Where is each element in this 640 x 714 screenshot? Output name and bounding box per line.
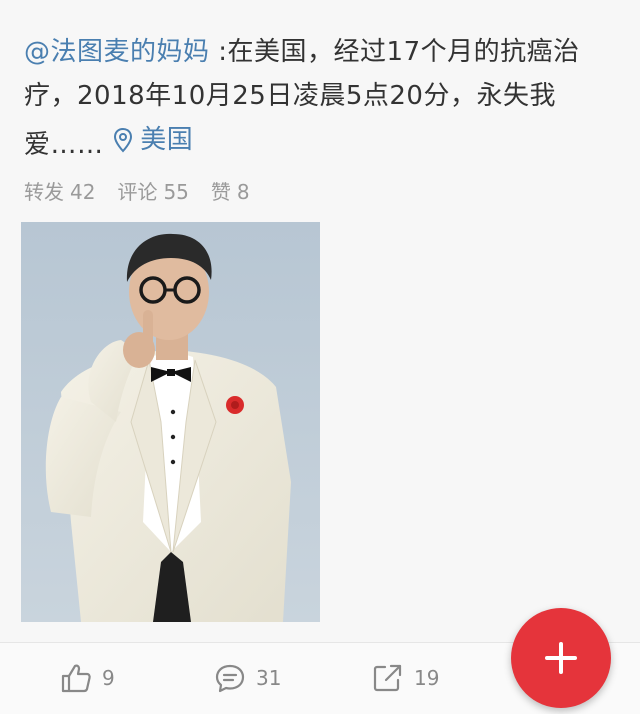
comments-stat[interactable]: 评论 55 xyxy=(117,176,188,205)
comment-bubble-icon xyxy=(215,664,245,693)
man-in-white-tuxedo-illustration xyxy=(21,222,320,622)
share-arrow-icon xyxy=(373,664,402,692)
compose-fab-button[interactable] xyxy=(511,608,611,708)
post-photo[interactable] xyxy=(21,222,320,622)
comments-label: 评论 xyxy=(117,180,158,204)
comments-count: 55 xyxy=(163,180,189,204)
reposts-count: 42 xyxy=(70,180,96,204)
like-button[interactable]: 9 xyxy=(60,663,115,693)
share-count: 19 xyxy=(414,666,440,690)
post-text: @法图麦的妈妈 :在美国，经过17个月的抗癌治疗，2018年10月25日凌晨5点… xyxy=(24,30,620,167)
likes-stat[interactable]: 赞8 xyxy=(211,176,250,205)
user-mention-link[interactable]: @法图麦的妈妈 xyxy=(24,37,210,67)
post-stats: 转发 42 评论 55 赞8 xyxy=(24,176,250,205)
comment-button[interactable]: 31 xyxy=(214,663,281,693)
reposts-stat[interactable]: 转发 42 xyxy=(24,176,95,205)
location-label: 美国 xyxy=(140,125,194,155)
plus-icon xyxy=(545,642,577,674)
likes-label: 赞 xyxy=(210,180,231,204)
location-pin-icon xyxy=(114,127,133,153)
location-link[interactable]: 美国 xyxy=(112,118,193,162)
weibo-post: @法图麦的妈妈 :在美国，经过17个月的抗癌治疗，2018年10月25日凌晨5点… xyxy=(0,0,640,642)
thumbs-up-icon xyxy=(61,664,91,693)
comment-count: 31 xyxy=(256,666,282,690)
reposts-label: 转发 xyxy=(24,180,64,204)
share-button[interactable]: 19 xyxy=(372,663,439,693)
likes-count: 8 xyxy=(236,180,250,204)
like-count: 9 xyxy=(102,666,115,690)
